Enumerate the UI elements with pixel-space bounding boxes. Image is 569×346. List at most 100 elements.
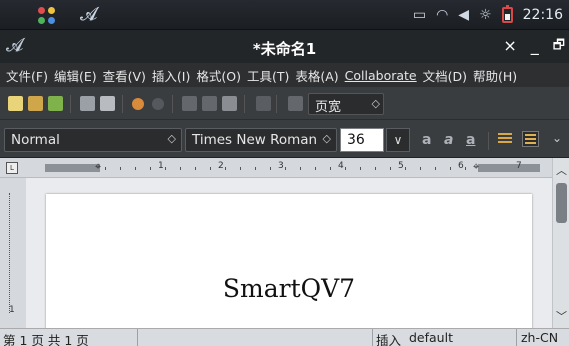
spin-icon: ◇ xyxy=(167,132,176,145)
clock[interactable]: 22:16 xyxy=(523,7,563,23)
window-icon[interactable]: ▭ xyxy=(413,8,426,22)
menu-edit[interactable]: 编辑(E) xyxy=(51,66,100,85)
volume-icon[interactable]: ◀ xyxy=(458,8,469,22)
ruler-tick xyxy=(270,167,271,170)
scrollbar-thumb[interactable] xyxy=(556,183,567,223)
language[interactable]: zh-CN xyxy=(521,330,558,345)
vertical-ruler-scale xyxy=(9,193,17,313)
align-left-icon[interactable] xyxy=(498,133,512,145)
print-icon[interactable] xyxy=(100,96,115,111)
ruler-tick xyxy=(240,167,241,170)
zoom-select[interactable]: 页宽 ◇ xyxy=(308,93,384,115)
ruler-tick xyxy=(105,167,106,170)
copy-icon[interactable] xyxy=(202,96,217,111)
document-canvas[interactable]: SmartQV7 xyxy=(26,178,552,334)
system-tray: ▭ ◠ ◀ ☼ 22:16 xyxy=(413,0,569,30)
status-separator xyxy=(516,329,517,346)
chevron-down-icon[interactable]: ∨ xyxy=(386,128,410,152)
menu-table[interactable]: 表格(A) xyxy=(292,66,341,85)
restore-button[interactable]: 🗗 xyxy=(553,36,565,58)
minimize-button[interactable]: _ xyxy=(531,36,539,58)
ruler-tick xyxy=(345,167,346,170)
ruler-margin-right xyxy=(478,164,540,172)
ruler-number: 6 xyxy=(458,161,464,171)
new-document-icon[interactable] xyxy=(8,96,23,111)
toolbar-separator xyxy=(276,95,277,113)
right-indent-marker-icon[interactable]: ⌖ xyxy=(473,160,479,174)
print-preview-icon[interactable] xyxy=(80,96,95,111)
open-icon[interactable] xyxy=(28,96,43,111)
bold-button[interactable]: a xyxy=(422,132,431,148)
undo-icon[interactable] xyxy=(132,98,144,110)
ruler-tick xyxy=(300,167,301,170)
vertical-scrollbar[interactable]: ︿ ﹀ xyxy=(552,158,569,328)
ruler-tick xyxy=(375,167,376,170)
toolbar-separator xyxy=(122,95,123,113)
app-logo-icon[interactable]: 𝓐 xyxy=(80,4,97,25)
status-separator xyxy=(137,329,138,346)
ruler-number: 3 xyxy=(278,161,284,171)
font-size-value[interactable]: 36 xyxy=(340,128,384,152)
toolbar-separator xyxy=(172,95,173,113)
ruler-number: 1 xyxy=(158,161,164,171)
tab-type-icon[interactable]: L xyxy=(6,162,18,174)
battery-icon[interactable] xyxy=(501,5,513,23)
ruler-tick xyxy=(150,167,151,170)
ruler-tick xyxy=(210,167,211,170)
menu-help[interactable]: 帮助(H) xyxy=(470,66,520,85)
chevron-up-icon[interactable]: ︿ xyxy=(553,162,569,178)
ruler-number: 1 xyxy=(9,305,15,315)
menu-file[interactable]: 文件(F) xyxy=(3,66,51,85)
ruler-tick xyxy=(285,167,286,170)
style-select[interactable]: Normal ◇ xyxy=(4,128,182,152)
ruler-tick xyxy=(330,167,331,170)
close-button[interactable]: × xyxy=(503,36,516,58)
ruler-scale: ⌖ 1 2 3 4 5 6 ⌖ 7 xyxy=(45,160,540,175)
font-size-select[interactable]: 36 ∨ xyxy=(340,128,410,152)
spin-icon: ◇ xyxy=(371,97,380,110)
ruler-tick xyxy=(420,167,421,170)
ruler-margin-left xyxy=(45,164,100,172)
toolbar-separator xyxy=(244,95,245,113)
indent-marker-icon[interactable]: ⌖ xyxy=(95,160,101,174)
format-painter-icon[interactable] xyxy=(256,96,271,111)
save-icon[interactable] xyxy=(48,96,63,111)
menu-format[interactable]: 格式(O) xyxy=(193,66,244,85)
paragraph-style[interactable]: default xyxy=(409,330,453,345)
font-value: Times New Roman xyxy=(192,132,318,148)
menu-view[interactable]: 查看(V) xyxy=(100,66,149,85)
ruler-tick xyxy=(360,167,361,170)
apps-icon[interactable] xyxy=(38,7,56,25)
wifi-icon[interactable]: ◠ xyxy=(436,8,448,22)
ruler-number: 4 xyxy=(338,161,344,171)
ruler-tick xyxy=(180,167,181,170)
italic-button[interactable]: a xyxy=(444,132,453,148)
horizontal-ruler: L ⌖ 1 2 3 4 5 6 ⌖ 7 xyxy=(0,158,569,178)
align-justify-icon[interactable] xyxy=(522,131,539,147)
document-text[interactable]: SmartQV7 xyxy=(46,274,532,303)
redo-icon[interactable] xyxy=(152,98,164,110)
menu-collaborate[interactable]: Collaborate xyxy=(342,68,420,83)
menu-document[interactable]: 文档(D) xyxy=(420,66,470,85)
chevron-down-icon[interactable]: ﹀ xyxy=(553,308,569,324)
menu-insert[interactable]: 插入(I) xyxy=(149,66,193,85)
ruler-tick xyxy=(465,167,466,170)
font-select[interactable]: Times New Roman ◇ xyxy=(185,128,337,152)
window-title: *未命名1 xyxy=(252,40,317,58)
insert-mode[interactable]: 插入 xyxy=(376,330,401,346)
brightness-icon[interactable]: ☼ xyxy=(479,8,492,22)
underline-button[interactable]: a xyxy=(466,132,475,148)
image-icon[interactable] xyxy=(288,96,303,111)
ruler-tick xyxy=(165,167,166,170)
more-options-icon[interactable]: ⌄ xyxy=(552,131,562,145)
cut-icon[interactable] xyxy=(182,96,197,111)
ruler-tick xyxy=(405,167,406,170)
ruler-number: 5 xyxy=(398,161,404,171)
status-separator xyxy=(372,329,373,346)
paste-icon[interactable] xyxy=(222,96,237,111)
ruler-number: 2 xyxy=(218,161,224,171)
style-value: Normal xyxy=(11,132,60,148)
menu-tools[interactable]: 工具(T) xyxy=(244,66,292,85)
document-page[interactable]: SmartQV7 xyxy=(46,194,532,334)
system-top-bar: 𝓐 ▭ ◠ ◀ ☼ 22:16 xyxy=(0,0,569,30)
